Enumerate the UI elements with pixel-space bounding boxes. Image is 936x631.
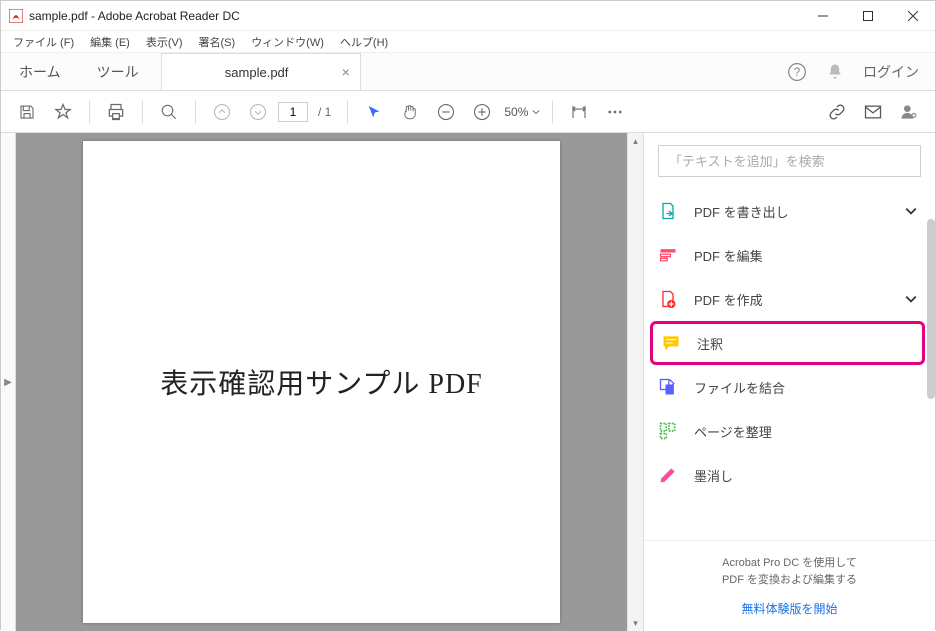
menubar: ファイル (F) 編集 (E) 表示(V) 署名(S) ウィンドウ(W) ヘルプ… [1,31,935,53]
document-viewport[interactable]: 表示確認用サンプル PDF [16,133,627,631]
panel-item-label: 墨消し [694,466,917,485]
print-icon[interactable] [100,96,132,128]
panel-item-label: ファイルを結合 [694,378,917,397]
share-people-icon[interactable] [893,96,925,128]
login-button[interactable]: ログイン [863,62,919,82]
panel-item-label: ページを整理 [694,422,917,441]
panel-scrollbar[interactable] [927,189,935,540]
save-icon[interactable] [11,96,43,128]
redact-icon [658,465,682,485]
share-link-icon[interactable] [821,96,853,128]
panel-item-redact[interactable]: 墨消し [650,453,925,497]
chevron-down-icon [905,205,917,217]
start-trial-link[interactable]: 無料体験版を開始 [741,600,837,617]
window-titlebar: sample.pdf - Adobe Acrobat Reader DC [1,1,935,31]
scroll-down-icon[interactable]: ▾ [628,615,643,631]
menu-file[interactable]: ファイル (F) [5,34,82,50]
chevron-right-icon: ▶ [4,377,12,388]
panel-item-edit-pdf[interactable]: PDF を編集 [650,233,925,277]
scroll-up-icon[interactable]: ▴ [628,133,643,149]
panel-footer: Acrobat Pro DC を使用して PDF を変換および編集する 無料体験… [644,540,935,631]
fit-width-icon[interactable] [563,96,595,128]
document-body-text: 表示確認用サンプル PDF [160,362,483,402]
next-page-icon[interactable] [242,96,274,128]
content-area: ▶ 表示確認用サンプル PDF ▴ ▾ PDF を書き出し PDF を編集 [1,133,935,631]
close-tab-icon[interactable]: × [342,64,350,80]
toolbar: / 1 50% [1,91,935,133]
tools-side-panel: PDF を書き出し PDF を編集 PDF を作成 注釈 ファイルを結合 [643,133,935,631]
export-pdf-icon [658,201,682,221]
pdf-page: 表示確認用サンプル PDF [83,141,560,623]
tabbar: ホーム ツール sample.pdf × ? ログイン [1,53,935,91]
combine-files-icon [658,377,682,397]
menu-window[interactable]: ウィンドウ(W) [243,34,332,50]
email-icon[interactable] [857,96,889,128]
notifications-bell-icon[interactable] [825,62,845,82]
organize-pages-icon [658,421,682,441]
search-icon[interactable] [153,96,185,128]
page-number-input[interactable] [278,102,308,122]
zoom-in-icon[interactable] [466,96,498,128]
create-pdf-icon [658,289,682,309]
panel-item-label: 注釈 [697,334,914,353]
prev-page-icon[interactable] [206,96,238,128]
zoom-out-icon[interactable] [430,96,462,128]
help-icon[interactable]: ? [787,62,807,82]
star-icon[interactable] [47,96,79,128]
panel-item-label: PDF を書き出し [694,202,905,221]
svg-text:?: ? [794,66,801,79]
window-close-button[interactable] [890,1,935,31]
chevron-down-icon [905,293,917,305]
comment-icon [661,333,685,353]
panel-item-create-pdf[interactable]: PDF を作成 [650,277,925,321]
tab-tools[interactable]: ツール [79,53,157,90]
nav-pane-toggle[interactable]: ▶ [1,133,16,631]
tab-document[interactable]: sample.pdf × [161,53,361,90]
menu-sign[interactable]: 署名(S) [191,34,244,50]
window-minimize-button[interactable] [800,1,845,31]
panel-item-export-pdf[interactable]: PDF を書き出し [650,189,925,233]
acrobat-app-icon [9,9,23,23]
edit-pdf-icon [658,245,682,265]
menu-view[interactable]: 表示(V) [138,34,191,50]
selection-arrow-icon[interactable] [358,96,390,128]
menu-help[interactable]: ヘルプ(H) [332,34,396,50]
more-tools-icon[interactable] [599,96,631,128]
tab-home[interactable]: ホーム [1,53,79,90]
window-maximize-button[interactable] [845,1,890,31]
panel-item-combine-files[interactable]: ファイルを結合 [650,365,925,409]
vertical-scrollbar[interactable]: ▴ ▾ [627,133,643,631]
menu-edit[interactable]: 編集 (E) [82,34,138,50]
hand-pan-icon[interactable] [394,96,426,128]
panel-item-label: PDF を編集 [694,246,917,265]
tools-search-input[interactable] [658,145,921,177]
page-total-label: / 1 [312,105,337,119]
window-title: sample.pdf - Adobe Acrobat Reader DC [29,9,240,23]
panel-item-label: PDF を作成 [694,290,905,309]
zoom-level-dropdown[interactable]: 50% [502,105,541,119]
footer-text-1: Acrobat Pro DC を使用して [654,555,925,572]
panel-item-comment[interactable]: 注釈 [650,321,925,365]
panel-item-organize-pages[interactable]: ページを整理 [650,409,925,453]
footer-text-2: PDF を変換および編集する [654,572,925,589]
document-tab-label: sample.pdf [202,65,312,80]
